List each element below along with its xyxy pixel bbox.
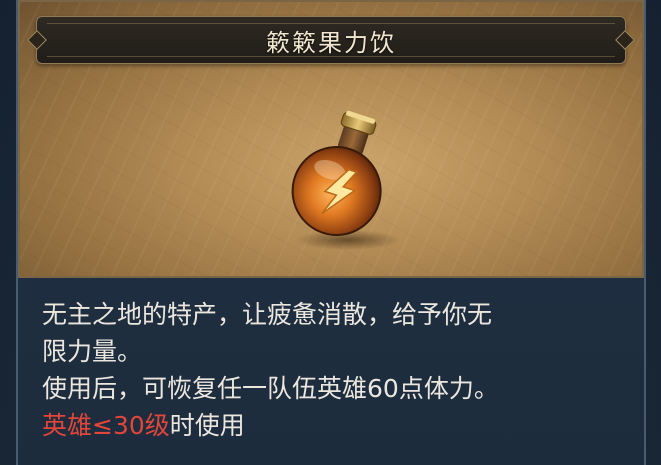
description-line: 无主之地的特产，让疲惫消散，给予你无	[42, 300, 493, 329]
requirement-tail: 时使用	[169, 411, 245, 440]
item-card: 簌簌果力饮 无主之地的特产，让疲惫消散，给予你无 限力量。 使用后，可恢复任一队…	[16, 0, 646, 465]
item-detail-panel: 簌簌果力饮 无主之地的特产，让疲惫消散，给予你无 限力量。 使用后，可恢复任一队…	[0, 0, 661, 465]
usage-requirement: 英雄≤30级时使用	[42, 407, 632, 444]
item-title-bar: 簌簌果力饮	[27, 16, 635, 64]
requirement-level: 英雄≤30级	[42, 411, 170, 440]
item-art-area: 簌簌果力饮	[18, 0, 644, 278]
item-description: 无主之地的特产，让疲惫消散，给予你无 限力量。 使用后，可恢复任一队伍英雄60点…	[42, 296, 632, 444]
potion-bottle-lightning-icon	[291, 110, 400, 250]
description-line: 限力量。	[42, 337, 143, 366]
description-line: 使用后，可恢复任一队伍英雄60点体力。	[42, 374, 499, 403]
item-name: 簌簌果力饮	[266, 28, 396, 57]
